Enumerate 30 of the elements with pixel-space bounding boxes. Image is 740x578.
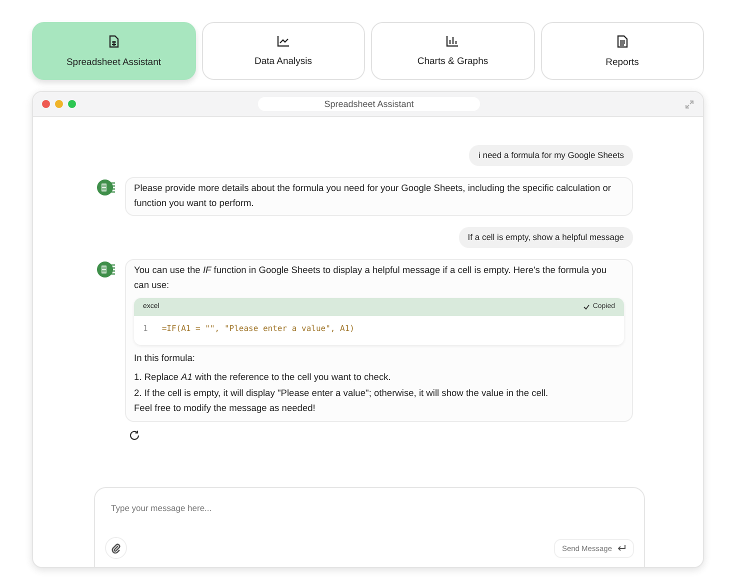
message-text: Feel free to modify the message as needed!	[134, 402, 316, 416]
message-text: In this formula:	[134, 352, 196, 365]
document-icon	[616, 34, 628, 48]
bar-chart-icon	[446, 35, 460, 47]
maximize-button[interactable]	[68, 100, 76, 108]
avatar-icon	[96, 177, 117, 198]
line-number: 1	[143, 324, 148, 333]
enter-icon	[617, 544, 626, 552]
regenerate-button[interactable]	[128, 428, 140, 441]
message-text: You can use the IF function in Google Sheets to display a helpful message if a cell is empty. Here's the formula you can use:	[134, 264, 608, 292]
tab[interactable]: Spreadsheet Assistant	[32, 22, 196, 80]
spreadsheet-icon	[108, 34, 120, 48]
user-message: If a cell is empty, show a helpful message	[458, 226, 633, 248]
check-icon	[582, 304, 590, 310]
paperclip-icon	[111, 542, 121, 554]
user-message: i need a formula for my Google Sheets	[469, 145, 633, 166]
code-text: =IF(A1 = "", "Please enter a value", A1)	[162, 324, 354, 333]
minimize-button[interactable]	[55, 100, 63, 108]
tab[interactable]: Charts & Graphs	[371, 22, 534, 80]
message-text: 2. If the cell is empty, it will display "Please enter a value"; otherwise, it will show the value in the cell.	[134, 386, 550, 400]
line-chart-icon	[276, 35, 290, 47]
attach-button[interactable]	[105, 537, 127, 559]
message-text: Please provide more details about the formula you need for your Google Sheets, including the specific calculation or function you want to perform.	[134, 182, 612, 210]
message-text: 1. Replace A1 with the reference to the cell you want to check.	[134, 371, 392, 384]
tab[interactable]: Reports	[540, 22, 704, 80]
window-title: Spreadsheet Assistant	[258, 97, 480, 111]
tab[interactable]: Data Analysis	[202, 22, 365, 80]
expand-icon[interactable]	[685, 100, 694, 108]
avatar-icon	[96, 259, 117, 280]
close-button[interactable]	[42, 100, 50, 108]
